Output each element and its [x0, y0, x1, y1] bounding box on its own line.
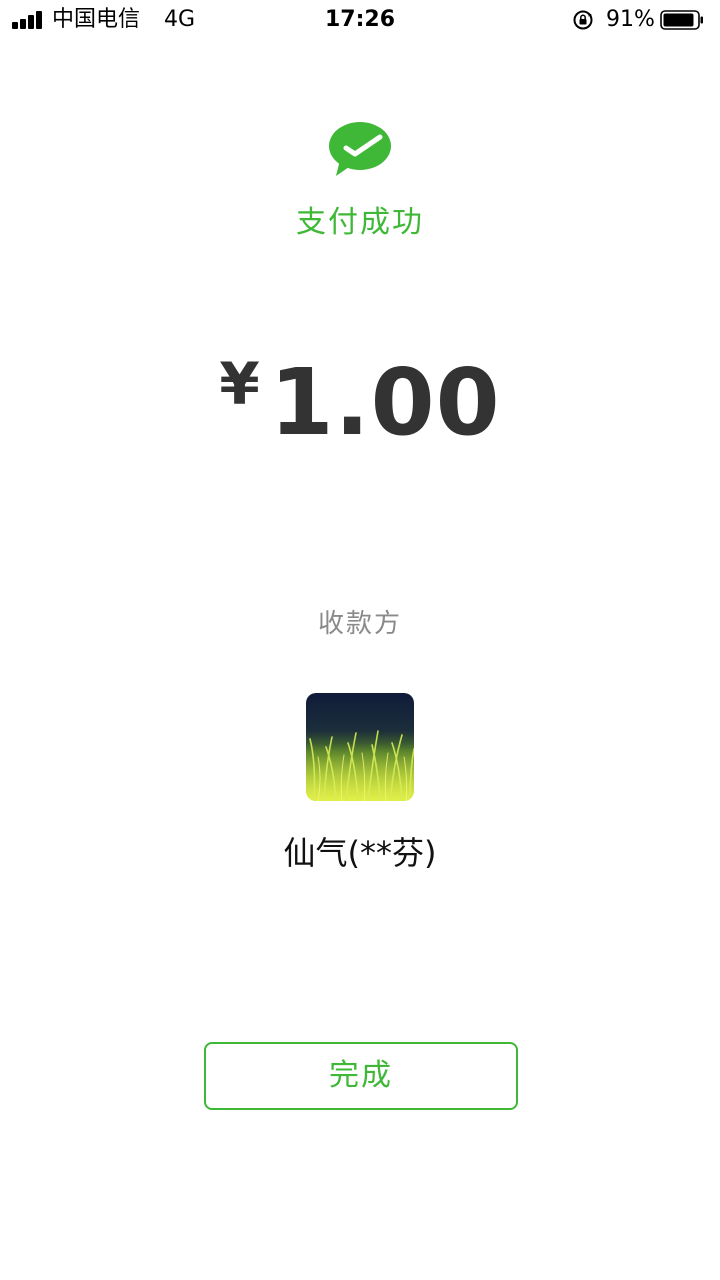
payment-success-screen: 中国电信 4G 17:26 91% 支付成功 ¥1.00 收款方 仙气(**芬)… — [0, 0, 720, 1280]
payee-name: 仙气(**芬) — [283, 834, 437, 872]
rotation-lock-icon — [573, 10, 593, 30]
done-button[interactable]: 完成 — [204, 1042, 518, 1110]
currency-symbol: ¥ — [219, 350, 260, 418]
amount-value: 1.00 — [269, 349, 501, 456]
wechat-pay-icon — [329, 122, 391, 176]
payee-avatar — [306, 693, 414, 801]
battery-icon — [660, 10, 703, 30]
payee-label: 收款方 — [317, 609, 402, 639]
status-bar: 中国电信 4G 17:26 91% — [0, 0, 720, 40]
battery-percent: 91% — [606, 7, 655, 32]
payment-amount: ¥1.00 — [0, 348, 720, 458]
payee-avatar-image — [306, 693, 414, 801]
payment-status-title: 支付成功 — [296, 205, 424, 240]
